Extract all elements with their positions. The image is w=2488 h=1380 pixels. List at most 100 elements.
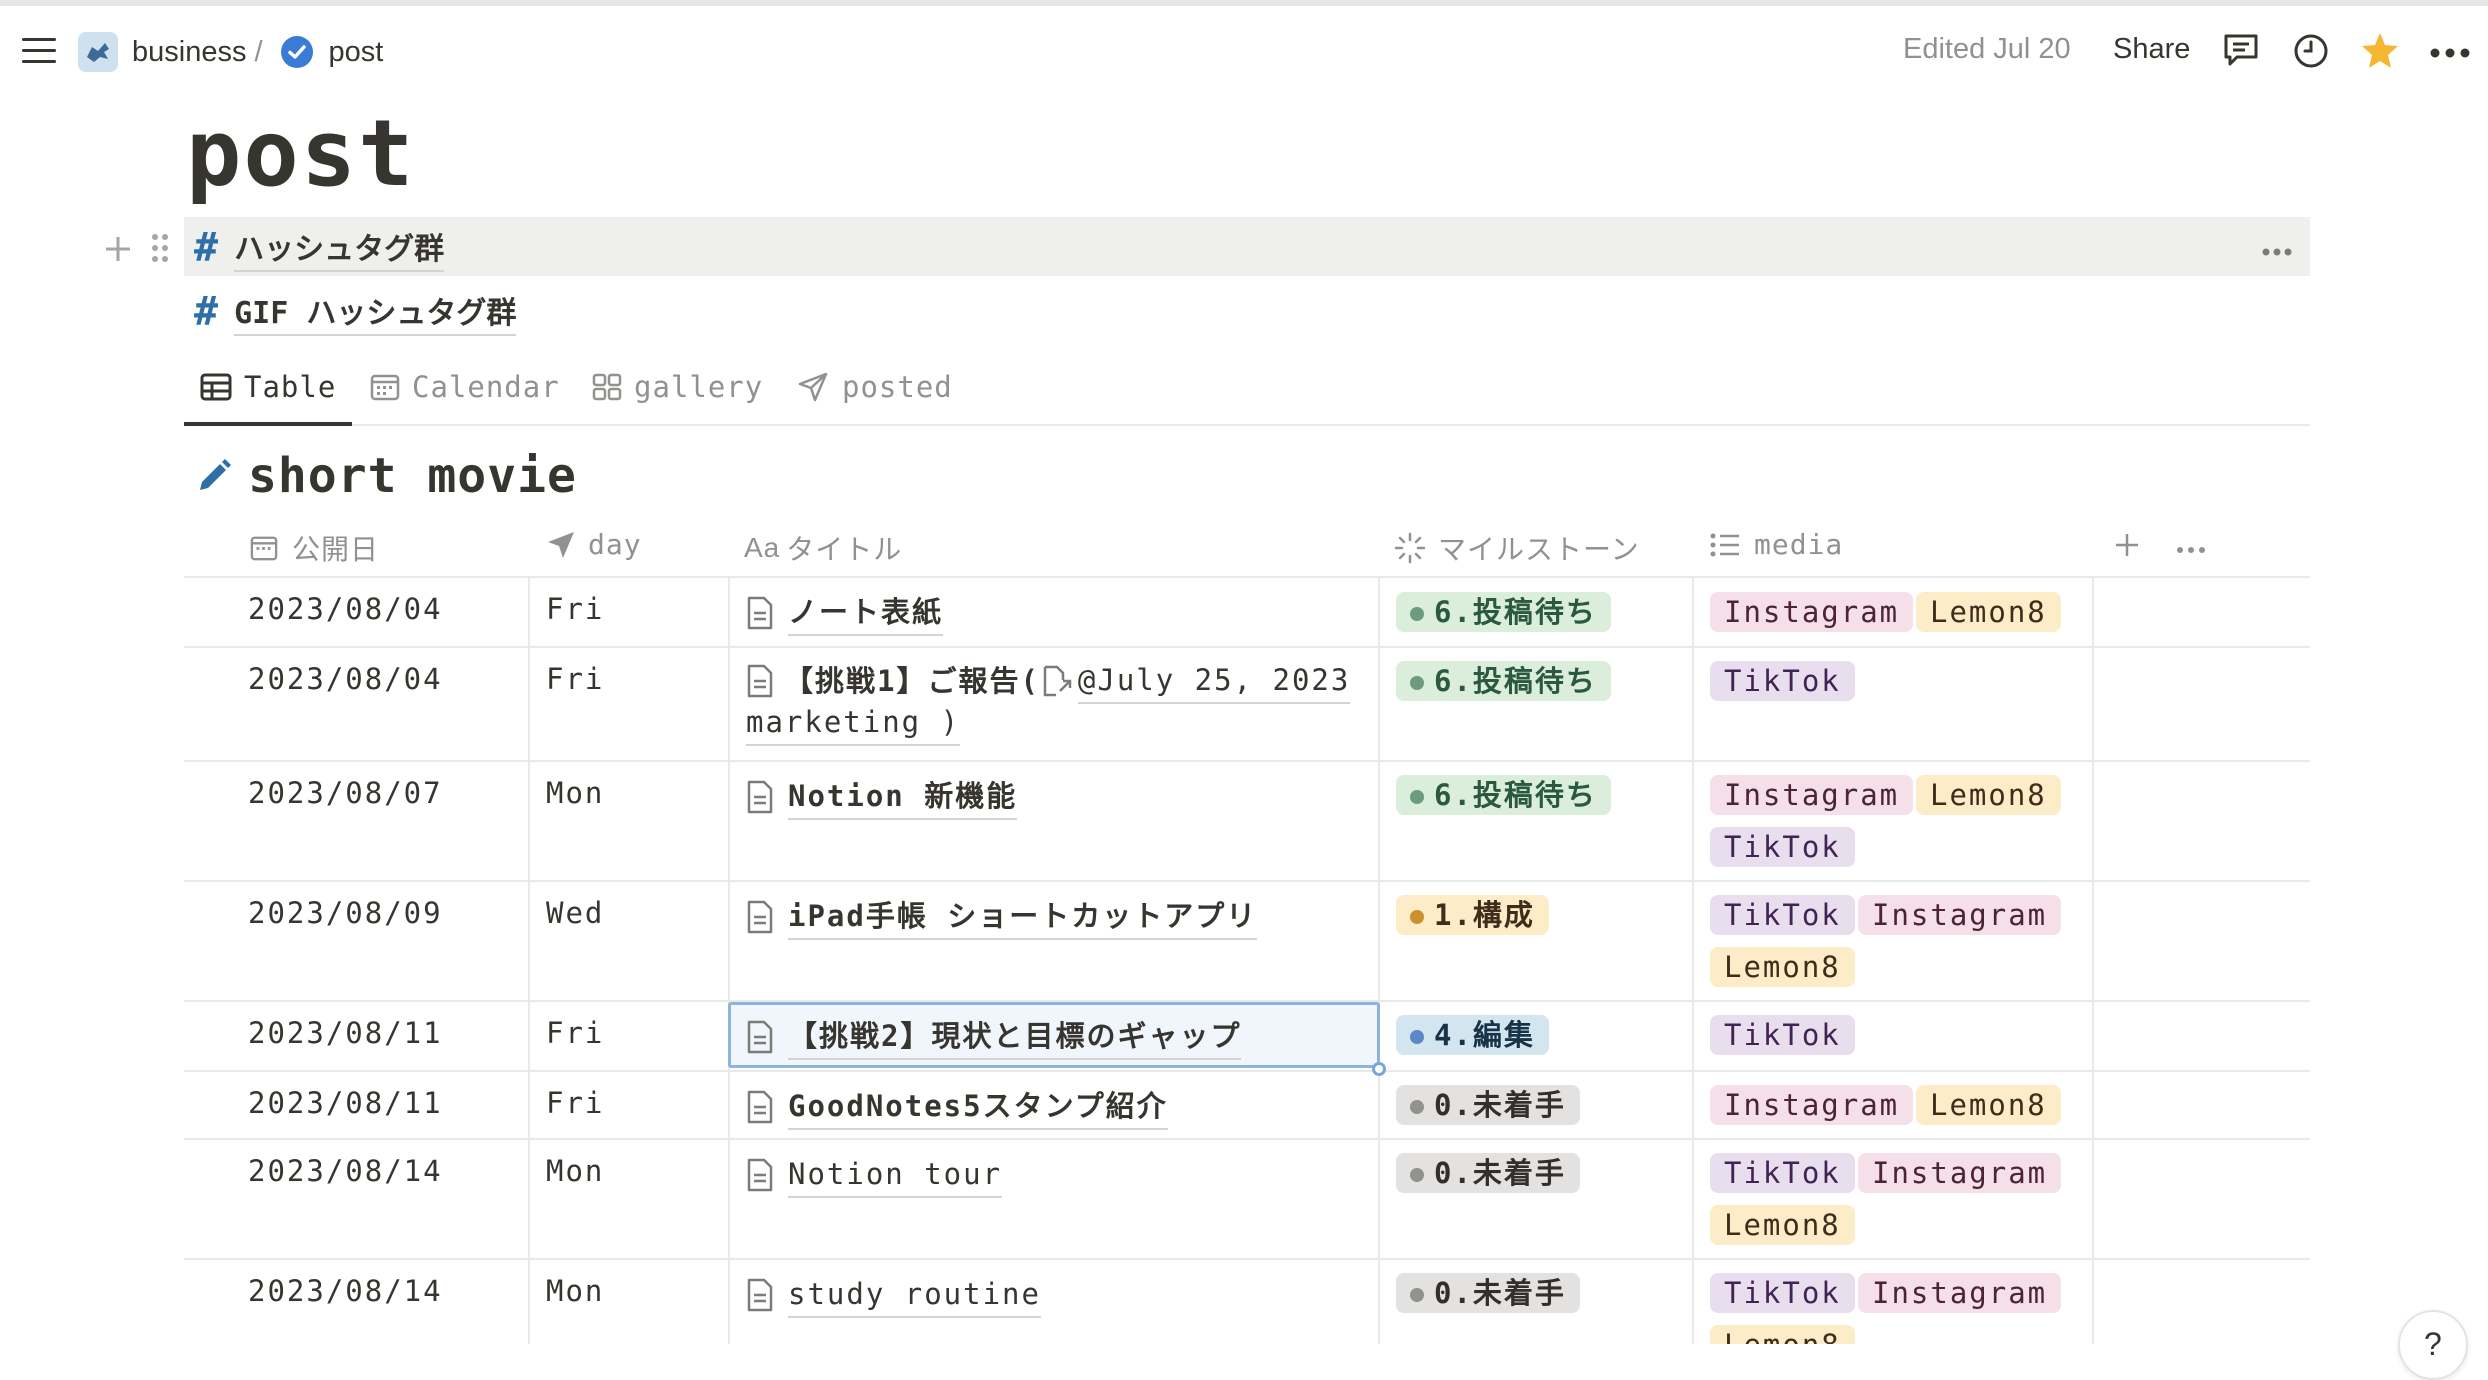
media-tag[interactable]: Instagram: [1858, 895, 2062, 935]
add-block-button[interactable]: [102, 233, 134, 265]
media-tag-clip: Lemon8: [1710, 1325, 1910, 1344]
media-tag[interactable]: TikTok: [1710, 661, 1855, 701]
column-header-date[interactable]: 公開日: [250, 528, 379, 568]
media-tag[interactable]: Instagram: [1858, 1273, 2062, 1313]
cell-title[interactable]: 【挑戦1】ご報告( @July 25, 2023 marketing ): [746, 658, 1366, 746]
media-tag[interactable]: Instagram: [1710, 775, 1914, 815]
cell-day[interactable]: Fri: [546, 592, 604, 626]
media-tag[interactable]: TikTok: [1710, 1015, 1855, 1055]
status-badge[interactable]: 0.未着手: [1396, 1273, 1580, 1313]
block-more-button[interactable]: [2262, 242, 2292, 256]
status-badge[interactable]: 4.編集: [1396, 1015, 1549, 1055]
help-button[interactable]: ?: [2398, 1310, 2468, 1380]
date-mention[interactable]: @July 25, 2023: [1077, 658, 1351, 704]
tab-table-label: Table: [244, 370, 337, 404]
media-tag[interactable]: Lemon8: [1916, 592, 2061, 632]
column-header-title[interactable]: Aa タイトル: [744, 528, 902, 568]
cell-title[interactable]: Notion tour: [746, 1152, 1003, 1198]
status-badge[interactable]: 6.投稿待ち: [1396, 661, 1611, 701]
cell-date[interactable]: 2023/08/07: [248, 776, 443, 810]
media-tag[interactable]: Instagram: [1710, 592, 1914, 632]
cell-day[interactable]: Mon: [546, 1274, 604, 1308]
heading-hover-bg: [184, 217, 2310, 276]
page-icon: [747, 780, 773, 814]
cell-title[interactable]: iPad手帳 ショートカットアプリ: [746, 894, 1258, 940]
column-header-date-label: 公開日: [292, 533, 380, 566]
cell-day[interactable]: Mon: [546, 1154, 604, 1188]
favorite-button[interactable]: [2360, 30, 2400, 70]
status-badge[interactable]: 6.投稿待ち: [1396, 592, 1611, 632]
table-header-border: [184, 576, 2310, 578]
table-icon: [200, 373, 232, 401]
row-border: [184, 1070, 2310, 1072]
cell-title[interactable]: GoodNotes5スタンプ紹介: [746, 1084, 1168, 1130]
cell-title-text-cont: marketing ): [746, 700, 961, 746]
cell-day[interactable]: Wed: [546, 896, 604, 930]
check-circle-icon: [280, 36, 313, 68]
heading-2-text: GIF ハッシュタグ群: [234, 288, 517, 336]
cell-date[interactable]: 2023/08/04: [248, 662, 443, 696]
workspace-icon: [78, 32, 118, 72]
media-tag[interactable]: Lemon8: [1710, 947, 1855, 987]
breadcrumb-workspace-label: business: [132, 35, 247, 68]
column-header-milestone[interactable]: マイルストーン: [1394, 528, 1640, 568]
hashtag-icon: #: [194, 289, 219, 335]
media-tag[interactable]: Instagram: [1710, 1085, 1914, 1125]
hashtag-icon: #: [194, 225, 219, 271]
status-dot: [1410, 607, 1424, 621]
table-more-button[interactable]: [2176, 540, 2206, 553]
plus-icon: [106, 237, 130, 261]
sidebar-toggle-button[interactable]: [22, 36, 58, 66]
cell-date[interactable]: 2023/08/11: [248, 1016, 443, 1050]
media-tag[interactable]: Lemon8: [1710, 1325, 1855, 1344]
window-top-border: [0, 0, 2488, 6]
status-dot: [1410, 1168, 1424, 1182]
comment-icon: [2224, 34, 2258, 66]
heading-block-1[interactable]: # ハッシュタグ群: [194, 224, 445, 272]
media-tag[interactable]: TikTok: [1710, 1273, 1855, 1313]
cell-date[interactable]: 2023/08/14: [248, 1274, 443, 1308]
cell-date[interactable]: 2023/08/11: [248, 1086, 443, 1120]
media-tag[interactable]: Lemon8: [1710, 1205, 1855, 1245]
cell-date[interactable]: 2023/08/14: [248, 1154, 443, 1188]
cell-title[interactable]: Notion 新機能: [746, 774, 1018, 820]
media-tag[interactable]: TikTok: [1710, 827, 1855, 867]
status-badge[interactable]: 0.未着手: [1396, 1153, 1580, 1193]
breadcrumb-page[interactable]: post: [280, 36, 383, 69]
cell-resize-handle[interactable]: [1372, 1062, 1386, 1076]
cell-day[interactable]: Mon: [546, 776, 604, 810]
comments-button[interactable]: [2222, 32, 2260, 68]
media-tag[interactable]: TikTok: [1710, 895, 1855, 935]
status-badge[interactable]: 0.未着手: [1396, 1085, 1580, 1125]
add-property-button[interactable]: [2114, 532, 2140, 558]
cell-day[interactable]: Fri: [546, 662, 604, 696]
cell-title[interactable]: study routine: [746, 1272, 1041, 1318]
more-options-button[interactable]: [2430, 44, 2470, 58]
tab-calendar[interactable]: Calendar: [370, 370, 560, 404]
database-title[interactable]: short movie: [248, 448, 577, 504]
tab-posted[interactable]: posted: [798, 370, 953, 404]
cell-day[interactable]: Fri: [546, 1016, 604, 1050]
clock-icon: [2294, 34, 2328, 68]
column-header-media[interactable]: media: [1710, 528, 1843, 561]
share-button[interactable]: Share: [2113, 33, 2190, 66]
cell-day[interactable]: Fri: [546, 1086, 604, 1120]
drag-handle[interactable]: [150, 232, 170, 264]
media-tag[interactable]: Lemon8: [1916, 1085, 2061, 1125]
media-tag[interactable]: TikTok: [1710, 1153, 1855, 1193]
page-title[interactable]: post: [186, 100, 416, 207]
tab-table[interactable]: Table: [200, 370, 336, 404]
tab-gallery[interactable]: gallery: [592, 370, 763, 404]
updates-button[interactable]: [2292, 32, 2330, 70]
breadcrumb-workspace[interactable]: business: [78, 32, 246, 72]
column-header-day[interactable]: day: [546, 528, 642, 561]
cell-date[interactable]: 2023/08/04: [248, 592, 443, 626]
status-badge[interactable]: 6.投稿待ち: [1396, 775, 1611, 815]
cell-date[interactable]: 2023/08/09: [248, 896, 443, 930]
status-badge[interactable]: 1.構成: [1396, 895, 1549, 935]
cell-title[interactable]: 【挑戦2】現状と目標のギャップ: [746, 1014, 1242, 1060]
media-tag[interactable]: Lemon8: [1916, 775, 2061, 815]
media-tag[interactable]: Instagram: [1858, 1153, 2062, 1193]
heading-block-2[interactable]: # GIF ハッシュタグ群: [194, 288, 517, 336]
cell-title[interactable]: ノート表紙: [746, 590, 944, 636]
